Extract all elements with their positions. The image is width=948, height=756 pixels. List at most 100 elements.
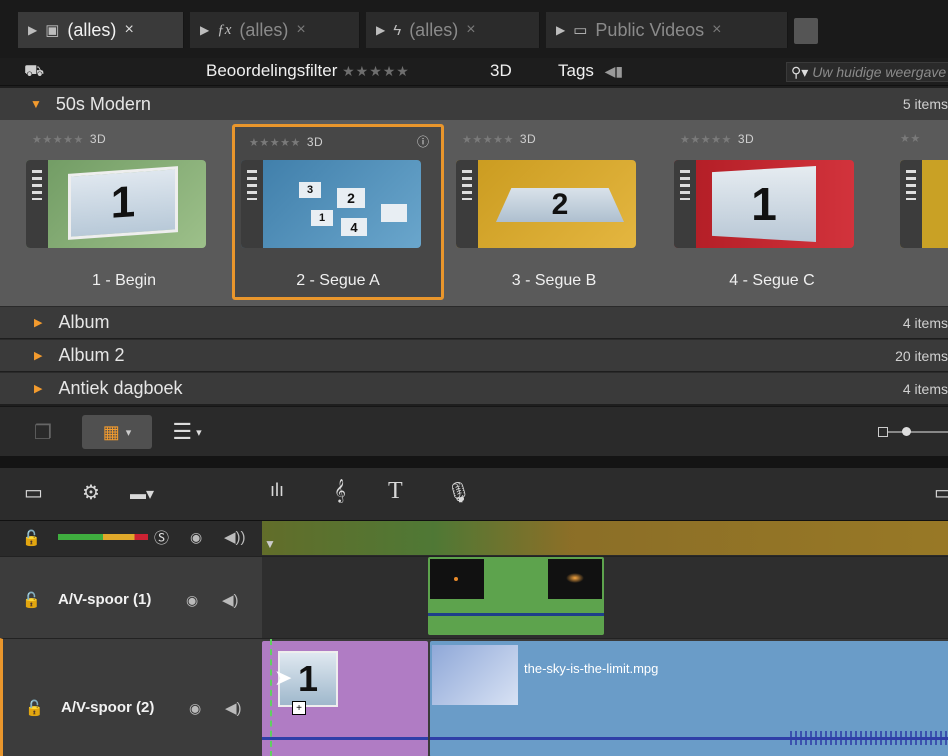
- audio-mixer-icon[interactable]: ılı: [270, 480, 284, 501]
- track-body-2[interactable]: 1 ➤ + the-sky-is-the-limit.mpg: [262, 638, 948, 756]
- pinnacle-studio-window: ▶ ▣ (alles) × ▶ ƒx (alles) × ▶ ϟ (alles)…: [0, 0, 948, 756]
- search-placeholder: Uw huidige weergave doorzoeken: [812, 64, 948, 80]
- expand-arrow-icon[interactable]: ▶: [34, 349, 42, 362]
- filmstrip-icon: [241, 160, 263, 248]
- list-view-button[interactable]: ☰ ▾: [160, 415, 214, 449]
- category-album-2[interactable]: ▶ Album 2 20 items: [0, 339, 948, 371]
- category-antiek-dagboek[interactable]: ▶ Antiek dagboek 4 items: [0, 372, 948, 404]
- clip-frame: [432, 645, 518, 705]
- title-icon[interactable]: T: [388, 478, 403, 505]
- thumbnail-rating[interactable]: ★★★★★ 3D: [462, 132, 536, 146]
- settings-icon[interactable]: ⚙: [82, 480, 100, 505]
- search-icon[interactable]: ⚲▾: [787, 64, 812, 81]
- category-count: 4 items: [902, 314, 948, 331]
- rating-filter[interactable]: Beoordelingsfilter ★★★★★: [206, 61, 410, 81]
- master-volume-meter[interactable]: [58, 534, 148, 540]
- speaker-icon[interactable]: ◀)): [224, 528, 246, 546]
- thumbnail-size-slider[interactable]: [878, 427, 948, 437]
- filmstrip-icon: [26, 160, 48, 248]
- filter-bar: ⛟ Beoordelingsfilter ★★★★★ 3D Tags ◀▮ ⚲▾…: [0, 58, 948, 86]
- thumbnail-rating[interactable]: ★★★★★ 3D: [680, 132, 754, 146]
- track-body-1[interactable]: [262, 556, 948, 638]
- thumbnail-title: 1 - Begin: [91, 272, 157, 289]
- panel-icon[interactable]: ▭: [934, 480, 948, 505]
- eye-icon[interactable]: ◉: [189, 700, 201, 717]
- list-icon: ☰: [172, 419, 193, 444]
- thumbnail-3-segue-b[interactable]: ★★★★★ 3D 2 3 - Segue B: [448, 124, 660, 300]
- close-icon[interactable]: ×: [712, 21, 721, 39]
- speaker-icon[interactable]: ◀): [225, 699, 242, 717]
- close-icon[interactable]: ×: [124, 21, 133, 39]
- thumbnail-view-button[interactable]: ▦ ▾: [82, 415, 152, 449]
- tab-expand-icon[interactable]: ▶: [200, 23, 209, 37]
- info-icon[interactable]: ⓘ: [417, 133, 429, 150]
- clip-frame: [548, 559, 602, 599]
- category-name: Antiek dagboek: [58, 378, 183, 398]
- lock-icon[interactable]: 🔓: [22, 529, 41, 547]
- speaker-icon[interactable]: ◀): [222, 591, 239, 609]
- tab-effects[interactable]: ▶ ƒx (alles) ×: [190, 12, 360, 48]
- search-input[interactable]: ⚲▾ Uw huidige weergave doorzoeken: [786, 62, 948, 82]
- thumbnail-5-partial[interactable]: ★★: [886, 124, 948, 300]
- filmstrip-icon: [900, 160, 922, 248]
- close-icon[interactable]: ×: [296, 21, 305, 39]
- timeline-ruler-row: 🔓 Ⓢ ◉ ◀)) ▼: [0, 520, 948, 556]
- tags-label: Tags: [558, 61, 594, 80]
- music-icon[interactable]: 𝄞: [334, 480, 346, 503]
- tab-expand-icon[interactable]: ▶: [376, 23, 385, 37]
- solo-icon[interactable]: Ⓢ: [154, 527, 169, 548]
- category-count: 5 items: [902, 96, 948, 112]
- tab-public-videos[interactable]: ▶ ▭ Public Videos ×: [546, 12, 788, 48]
- new-tab-button[interactable]: [794, 18, 818, 44]
- video-clip[interactable]: the-sky-is-the-limit.mpg: [430, 641, 948, 756]
- tab-expand-icon[interactable]: ▶: [28, 23, 37, 37]
- thumbnail-image: [900, 160, 948, 248]
- tab-media[interactable]: ▶ ▣ (alles) ×: [18, 12, 184, 48]
- tab-expand-icon[interactable]: ▶: [556, 23, 565, 37]
- 3d-filter[interactable]: 3D: [490, 61, 512, 81]
- timeline-ruler[interactable]: [262, 521, 948, 555]
- stack-icon[interactable]: ❐: [28, 415, 58, 449]
- thumbnail-rating[interactable]: ★★★★★ 3D: [32, 132, 106, 146]
- panel-divider[interactable]: [0, 456, 948, 468]
- thumbnail-rating[interactable]: ★★★★★ 3D: [249, 135, 323, 149]
- collapse-arrow-icon[interactable]: ▼: [30, 97, 42, 111]
- playhead-icon[interactable]: ▼: [264, 537, 276, 551]
- close-icon[interactable]: ×: [466, 21, 475, 39]
- rating-stars[interactable]: ★★★★★: [342, 63, 410, 79]
- timeline-toolbar: ▭ ⚙ ▬▾ ılı 𝄞 T 🎙 ▭: [0, 468, 948, 520]
- thumbnail-4-segue-c[interactable]: ★★★★★ 3D 1 4 - Segue C: [666, 124, 878, 300]
- expand-arrow-icon[interactable]: ▶: [34, 316, 42, 329]
- tags-filter[interactable]: Tags ◀▮: [558, 61, 623, 81]
- category-album[interactable]: ▶ Album 4 items: [0, 306, 948, 338]
- tab-label: (alles): [67, 19, 117, 40]
- thumbnail-1-begin[interactable]: ★★★★★ 3D 1 1 - Begin: [18, 124, 230, 300]
- lock-icon[interactable]: 🔓: [22, 591, 41, 609]
- category-header-50s-modern[interactable]: ▼ 50s Modern 5 items: [0, 88, 948, 120]
- thumbnail-image: 1: [674, 160, 854, 248]
- thumbnail-image: 2: [456, 160, 636, 248]
- track-header-2[interactable]: 🔓 A/V-spoor (2) ◉ ◀): [0, 638, 262, 756]
- thumbnail-title: 2 - Segue A: [296, 272, 380, 289]
- video-folder-icon: ▭: [573, 22, 588, 39]
- thumbnail-2-segue-a[interactable]: ★★★★★ 3D ⓘ 3 2 1 4 2 - Segue A: [232, 124, 444, 300]
- track-options-icon[interactable]: ▬▾: [130, 484, 154, 504]
- import-icon[interactable]: ⛟: [24, 62, 46, 80]
- clip-label: the-sky-is-the-limit.mpg: [524, 661, 659, 676]
- eye-icon[interactable]: ◉: [190, 529, 202, 546]
- monitor-icon[interactable]: ▭: [24, 480, 43, 505]
- transition-clip[interactable]: 1 ➤ +: [262, 641, 428, 756]
- track-name: A/V-spoor (1): [58, 591, 152, 608]
- track-header-1[interactable]: 🔓 A/V-spoor (1) ◉ ◀): [0, 556, 262, 638]
- microphone-icon[interactable]: 🎙: [446, 480, 471, 505]
- category-name: 50s Modern: [55, 93, 151, 114]
- tab-transitions[interactable]: ▶ ϟ (alles) ×: [366, 12, 540, 48]
- lock-icon[interactable]: 🔓: [25, 699, 44, 717]
- mouse-cursor-icon: ➤: [274, 665, 293, 690]
- eye-icon[interactable]: ◉: [186, 592, 198, 609]
- library-tab-bar: ▶ ▣ (alles) × ▶ ƒx (alles) × ▶ ϟ (alles)…: [0, 0, 948, 58]
- video-clip[interactable]: [428, 557, 604, 635]
- thumbnail-rating[interactable]: ★★: [900, 132, 921, 145]
- expand-arrow-icon[interactable]: ▶: [34, 382, 42, 395]
- playhead-line[interactable]: [270, 639, 272, 756]
